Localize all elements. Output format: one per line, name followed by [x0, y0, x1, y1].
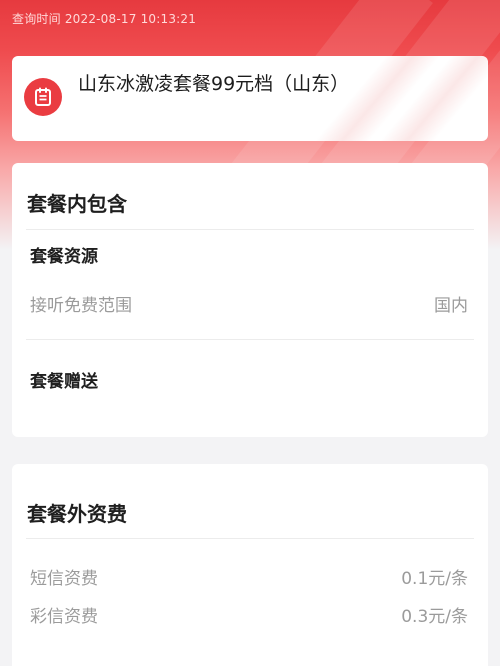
mms-fee-label: 彩信资费 [30, 607, 98, 627]
extra-fees-card: 套餐外资费 短信资费 0.1元/条 彩信资费 0.3元/条 [12, 464, 488, 666]
included-title: 套餐内包含 [27, 192, 127, 216]
resources-title: 套餐资源 [30, 247, 98, 267]
divider [26, 229, 474, 230]
extra-fees-title: 套餐外资费 [27, 502, 127, 526]
plan-document-icon [24, 78, 62, 116]
mms-fee-value: 0.3元/条 [401, 607, 468, 627]
sms-fee-label: 短信资费 [30, 569, 98, 589]
query-time: 查询时间 2022-08-17 10:13:21 [12, 12, 197, 26]
divider [26, 339, 474, 340]
plan-card[interactable]: 山东冰激凌套餐99元档（山东） [12, 56, 488, 141]
plan-title: 山东冰激凌套餐99元档（山东） [78, 73, 350, 95]
included-card: 套餐内包含 套餐资源 接听免费范围 国内 套餐赠送 [12, 163, 488, 437]
divider [26, 538, 474, 539]
gift-title: 套餐赠送 [30, 372, 98, 392]
sms-fee-value: 0.1元/条 [401, 569, 468, 589]
answer-free-range-label: 接听免费范围 [30, 296, 132, 316]
answer-free-range-value: 国内 [434, 296, 468, 316]
